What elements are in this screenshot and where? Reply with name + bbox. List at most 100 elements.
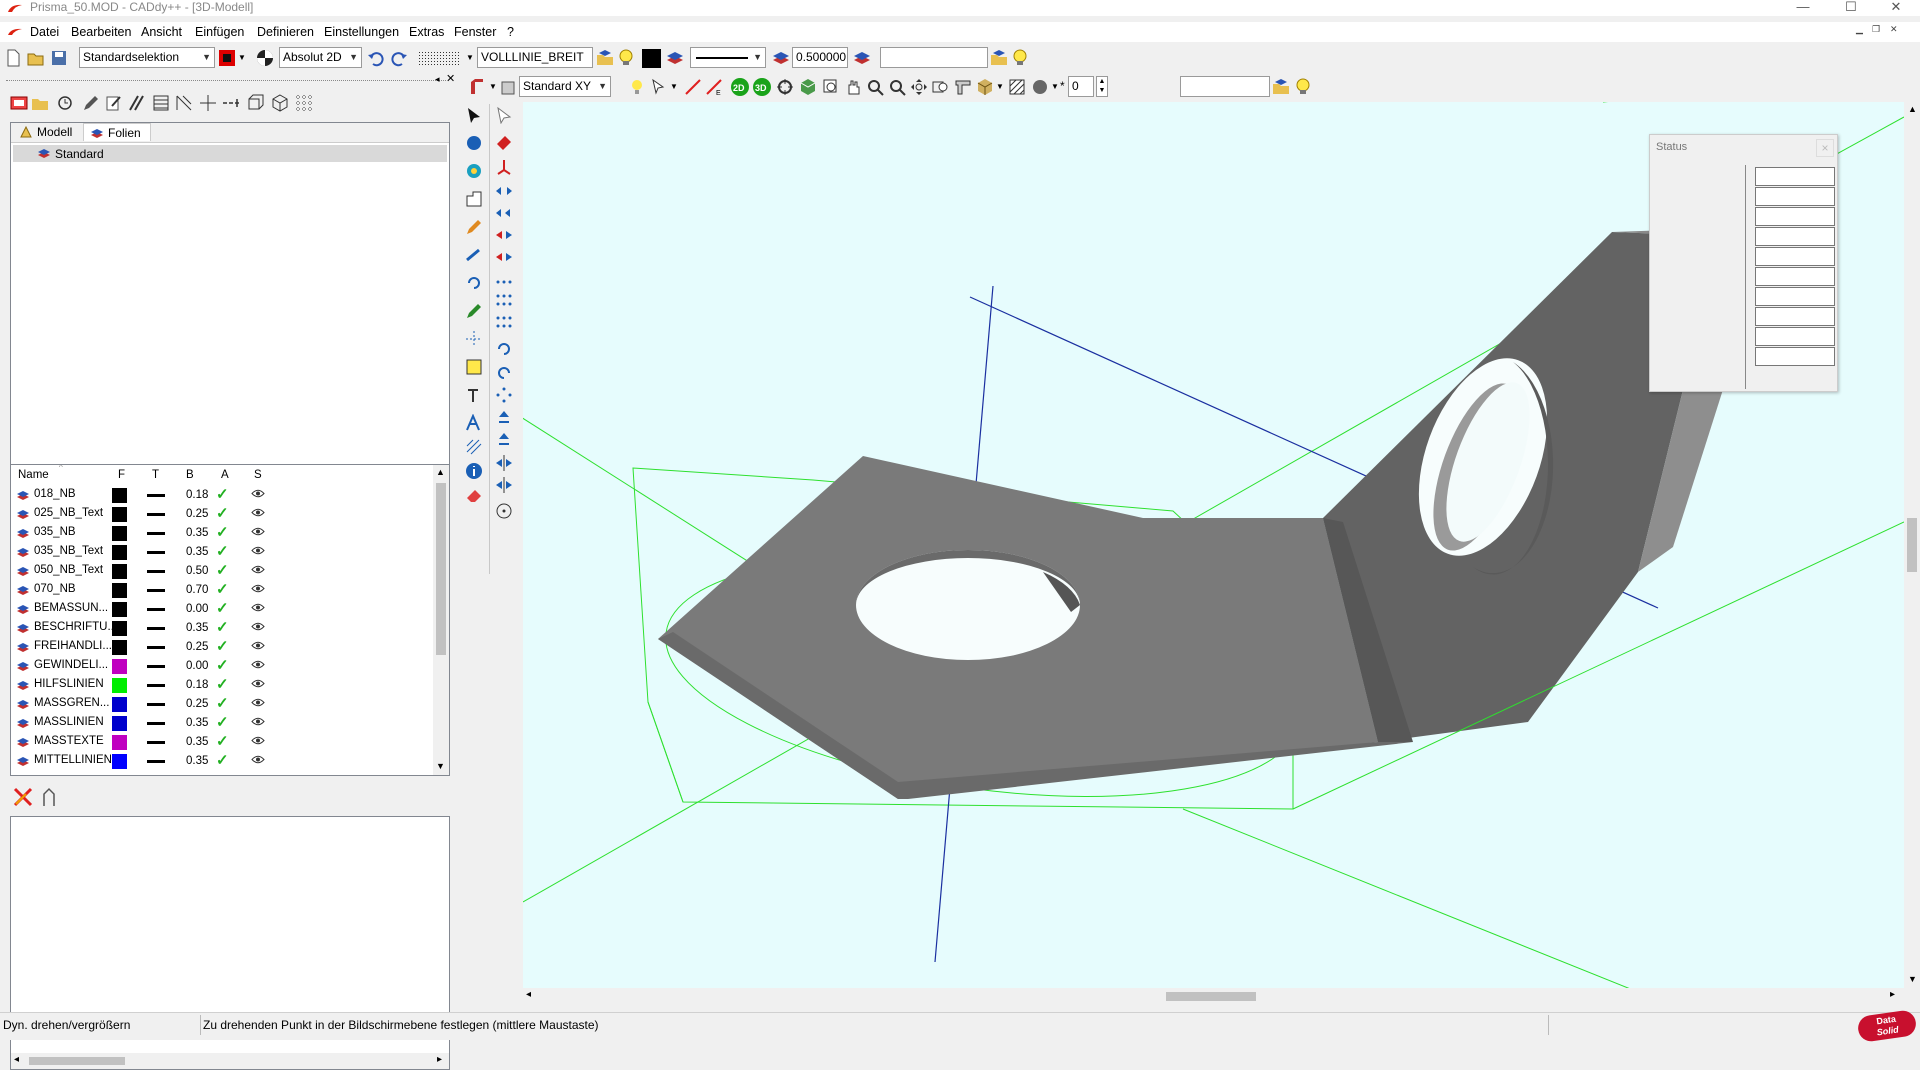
layers-icon[interactable] — [853, 49, 871, 67]
layer-linetype-preview-icon[interactable] — [147, 551, 165, 554]
select-arrow-icon[interactable] — [650, 78, 668, 96]
zoom-all-icon[interactable] — [910, 78, 928, 96]
extrude-icon[interactable] — [468, 78, 486, 96]
scroll-right-icon[interactable]: ▸ — [1890, 989, 1895, 1000]
trim-icon[interactable] — [175, 94, 193, 112]
dimension-icon[interactable] — [465, 358, 483, 376]
zoom-in-icon[interactable] — [866, 78, 884, 96]
cube-icon[interactable] — [271, 94, 289, 112]
layer-color-swatch[interactable] — [112, 640, 127, 655]
table-row[interactable]: FREIHANDLI... 0.25 ✓ — [11, 637, 431, 656]
layer-width[interactable]: 0.35 — [186, 527, 208, 539]
layer-folder-icon[interactable] — [990, 49, 1008, 67]
scale-up-icon[interactable] — [495, 410, 513, 428]
table-row[interactable]: BEMASSUN... 0.00 ✓ — [11, 599, 431, 618]
select-outline-arrow-icon[interactable] — [495, 106, 513, 124]
layer-width[interactable]: 0.35 — [186, 717, 208, 729]
menu-extras[interactable]: Extras — [409, 24, 444, 40]
menu-bearbeiten[interactable]: Bearbeiten — [71, 24, 131, 40]
col-header-s[interactable]: S — [254, 469, 262, 481]
col-header-b[interactable]: B — [186, 469, 194, 481]
eye-icon[interactable] — [251, 641, 265, 650]
counter-field[interactable]: 0 — [1068, 76, 1094, 97]
dots-grid-icon[interactable] — [495, 292, 513, 310]
layers-icon[interactable] — [772, 49, 790, 67]
select-arrow-icon[interactable] — [465, 106, 483, 124]
coordinate-mode-select[interactable]: Absolut 2D ▼ — [279, 47, 362, 68]
scroll-thumb[interactable] — [436, 483, 446, 655]
pencil-icon[interactable] — [465, 302, 483, 320]
active-check-icon[interactable]: ✓ — [216, 485, 229, 503]
layer-linetype-preview-icon[interactable] — [147, 741, 165, 744]
sphere-icon[interactable] — [465, 134, 483, 152]
toolbar-search-input[interactable] — [880, 47, 988, 68]
menu-ansicht[interactable]: Ansicht — [141, 24, 182, 40]
hatch-icon[interactable] — [465, 438, 483, 456]
layer-width[interactable]: 0.00 — [186, 660, 208, 672]
extrude-profile-icon[interactable] — [465, 190, 483, 208]
layer-width[interactable]: 0.35 — [186, 622, 208, 634]
layer-properties-icon[interactable] — [40, 786, 60, 808]
mirror-icon[interactable] — [495, 226, 513, 244]
view-3d-button[interactable]: 3D — [752, 77, 772, 97]
layer-color-swatch[interactable] — [112, 716, 127, 731]
eye-icon[interactable] — [251, 527, 265, 536]
active-color-swatch[interactable] — [642, 49, 661, 68]
crosshair-icon[interactable] — [465, 330, 483, 348]
dots-row-icon[interactable] — [495, 270, 513, 288]
layer-linetype-preview-icon[interactable] — [147, 627, 165, 630]
circular-pattern-icon[interactable] — [495, 386, 513, 404]
layer-folder-icon[interactable] — [596, 49, 614, 67]
tab-folien[interactable]: Folien — [83, 123, 151, 141]
scroll-left-icon[interactable]: ◂ — [526, 989, 531, 1000]
chevron-down-icon[interactable]: ▼ — [238, 53, 246, 62]
table-row[interactable]: GEWINDELI... 0.00 ✓ — [11, 656, 431, 675]
table-row[interactable]: 025_NB_Text 0.25 ✓ — [11, 504, 431, 523]
layer-color-swatch[interactable] — [112, 507, 127, 522]
col-header-f[interactable]: F — [118, 469, 125, 481]
mdi-restore-icon[interactable]: ❐ — [1872, 24, 1880, 35]
layer-linetype-preview-icon[interactable] — [147, 646, 165, 649]
active-check-icon[interactable]: ✓ — [216, 694, 229, 712]
view-plane-select[interactable]: Standard XY ▼ — [519, 76, 611, 97]
split-icon[interactable] — [495, 454, 513, 472]
layer-width[interactable]: 0.25 — [186, 641, 208, 653]
layer-table-scrollbar[interactable]: ▲ ▼ — [433, 465, 449, 775]
eye-icon[interactable] — [251, 489, 265, 498]
eye-icon[interactable] — [251, 736, 265, 745]
scroll-up-icon[interactable]: ▲ — [1908, 104, 1917, 114]
layer-color-swatch[interactable] — [112, 697, 127, 712]
hatch-icon[interactable] — [152, 94, 170, 112]
layer-width[interactable]: 0.18 — [186, 679, 208, 691]
layer-color-swatch[interactable] — [112, 754, 127, 769]
view-2d-button[interactable]: 2D — [730, 77, 750, 97]
light-icon[interactable] — [628, 78, 646, 96]
table-row[interactable]: MASSLINIEN 0.35 ✓ — [11, 713, 431, 732]
redo-icon[interactable] — [390, 49, 408, 67]
chevron-down-icon[interactable]: ▼ — [489, 82, 497, 91]
grid-dots-icon[interactable] — [416, 49, 464, 67]
rotate-view-icon[interactable] — [776, 78, 794, 96]
active-check-icon[interactable]: ✓ — [216, 675, 229, 693]
table-row[interactable]: 035_NB_Text 0.35 ✓ — [11, 542, 431, 561]
layer-linetype-preview-icon[interactable] — [147, 722, 165, 725]
table-row[interactable]: MASSTEXTE 0.35 ✓ — [11, 732, 431, 751]
dash-line-icon[interactable] — [222, 94, 240, 112]
eye-icon[interactable] — [251, 698, 265, 707]
axis-icon[interactable] — [495, 158, 513, 176]
chevron-down-icon[interactable]: ▼ — [1051, 82, 1059, 91]
active-check-icon[interactable]: ✓ — [216, 637, 229, 655]
stretch-icon[interactable] — [495, 248, 513, 266]
scroll-up-icon[interactable]: ▲ — [436, 467, 445, 477]
eye-icon[interactable] — [251, 755, 265, 764]
menu-definieren[interactable]: Definieren — [257, 24, 314, 40]
table-row[interactable]: MITTELLINIEN 0.35 ✓ — [11, 751, 431, 770]
layer-color-swatch[interactable] — [112, 621, 127, 636]
active-check-icon[interactable]: ✓ — [216, 732, 229, 750]
table-row[interactable]: BESCHRIFTU... 0.35 ✓ — [11, 618, 431, 637]
layer-width[interactable]: 0.00 — [186, 603, 208, 615]
shaded-cube-icon[interactable] — [799, 78, 817, 96]
line-width-field[interactable]: 0.500000 — [792, 47, 848, 68]
table-row[interactable]: HILFSLINIEN 0.18 ✓ — [11, 675, 431, 694]
layer-linetype-preview-icon[interactable] — [147, 760, 165, 763]
